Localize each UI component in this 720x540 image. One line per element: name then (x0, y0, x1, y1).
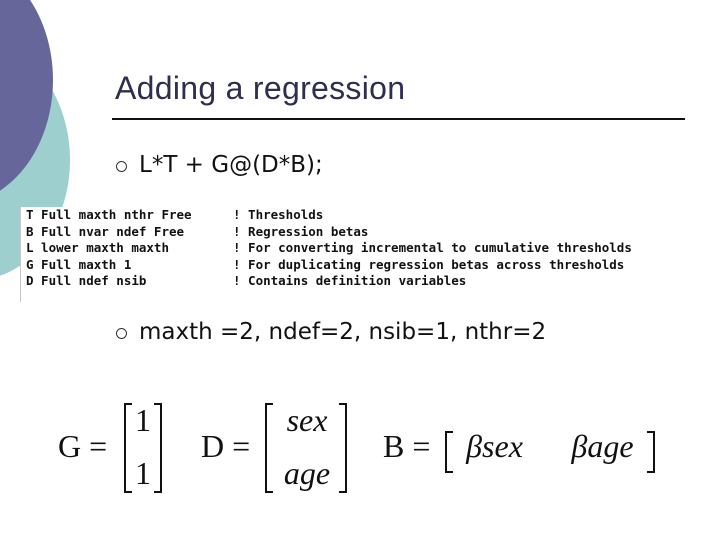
code-comment: ! For duplicating regression betas acros… (233, 256, 625, 272)
cell-text: βsex (466, 428, 523, 464)
equals-sign: = (232, 428, 251, 464)
code-declaration: B Full nvar ndef Free (26, 223, 185, 239)
matrix-cell: 1 (135, 402, 151, 438)
matrix-d-label: D = (201, 428, 250, 465)
matrix-g-label: G = (58, 428, 107, 465)
matrix-cell: sex (272, 402, 342, 439)
code-declaration: G Full maxth 1 (26, 256, 132, 272)
equals-sign: = (89, 428, 108, 464)
code-block: T Full maxth nthr Free ! Thresholds B Fu… (20, 207, 711, 302)
cell-text: age (283, 455, 331, 491)
matrix-cell: βsex (452, 428, 537, 465)
matrix-name: B (383, 428, 405, 464)
bullet-text: maxth =2, ndef=2, nsib=1, nthr=2 (139, 319, 547, 345)
code-declaration: T Full maxth nthr Free (26, 207, 192, 222)
matrix-cell: age (272, 455, 342, 492)
matrix-name: G (58, 428, 82, 464)
right-bracket (647, 431, 655, 473)
matrix-name: D (201, 428, 225, 464)
cell-text: sex (286, 402, 328, 438)
bullet-circle-icon (116, 160, 127, 172)
equals-sign: = (412, 428, 431, 464)
code-comment: ! Contains definition variables (233, 273, 467, 288)
title-divider (112, 118, 685, 120)
bullet-formula: L*T + G@(D*B); (116, 152, 323, 178)
bullet-text: L*T + G@(D*B); (139, 152, 323, 178)
bullet-parameters: maxth =2, ndef=2, nsib=1, nthr=2 (116, 319, 546, 345)
matrix-cell: 1 (135, 455, 151, 491)
code-comment: ! For converting incremental to cumulati… (233, 240, 632, 255)
code-declaration: L lower maxth maxth (26, 240, 169, 255)
slide-title: Adding a regression (115, 70, 406, 106)
code-declaration: D Full ndef nsib (26, 273, 147, 288)
matrix-cell: βage (560, 428, 645, 465)
code-comment: ! Thresholds (233, 207, 324, 222)
bullet-circle-icon (116, 327, 127, 339)
code-comment: ! Regression betas (233, 223, 369, 239)
matrix-b-label: B = (383, 428, 430, 465)
cell-text: βage (571, 428, 634, 464)
